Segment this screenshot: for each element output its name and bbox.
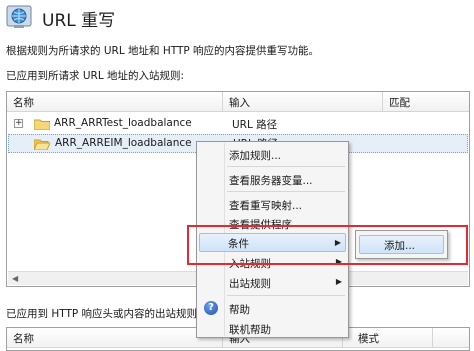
menu-item-help[interactable]: ? 帮助: [199, 299, 346, 318]
submenu-arrow-icon: ▶: [335, 277, 342, 286]
inbound-rules-label: 已应用到所请求 URL 地址的入站规则:: [6, 70, 185, 82]
rule-name: ARR_ARREIM_loadbalance: [55, 137, 192, 149]
table-row[interactable]: + ARR_ARRTest_loadbalance URL 路径: [8, 115, 468, 134]
menu-item-view-rewrite-maps[interactable]: 查看重写映射...: [199, 195, 346, 214]
rule-input: URL 路径: [232, 119, 278, 131]
help-icon: ?: [204, 301, 218, 315]
menu-item-add-rule[interactable]: 添加规则...: [199, 145, 346, 164]
column-header-name[interactable]: 名称: [13, 95, 34, 110]
scroll-left-icon[interactable]: ◀: [12, 274, 18, 283]
column-header-input[interactable]: 输入: [229, 95, 250, 110]
rule-name: ARR_ARRTest_loadbalance: [54, 117, 192, 129]
open-folder-icon: [34, 139, 50, 150]
expand-plus-icon[interactable]: +: [14, 119, 23, 128]
folder-icon: [34, 119, 50, 130]
page-description: 根据规则为所请求的 URL 地址和 HTTP 响应的内容提供重写功能。: [6, 45, 320, 57]
page-title: URL 重写: [42, 11, 116, 31]
inbound-grid-header: 名称 输入 匹配: [7, 92, 469, 112]
highlight-annotation-box: [187, 225, 468, 265]
menu-item-online-help[interactable]: 联机帮助: [199, 319, 346, 338]
column-header-pattern[interactable]: 模式: [358, 331, 379, 346]
column-header-name[interactable]: 名称: [13, 331, 34, 346]
column-header-match[interactable]: 匹配: [389, 95, 410, 110]
url-rewrite-globe-icon: [6, 5, 32, 28]
outbound-rules-label: 已应用到 HTTP 响应头或内容的出站规则: [6, 308, 198, 320]
menu-item-view-server-variables[interactable]: 查看服务器变量...: [199, 170, 346, 189]
menu-item-outbound-rules[interactable]: 出站规则 ▶: [199, 273, 346, 292]
